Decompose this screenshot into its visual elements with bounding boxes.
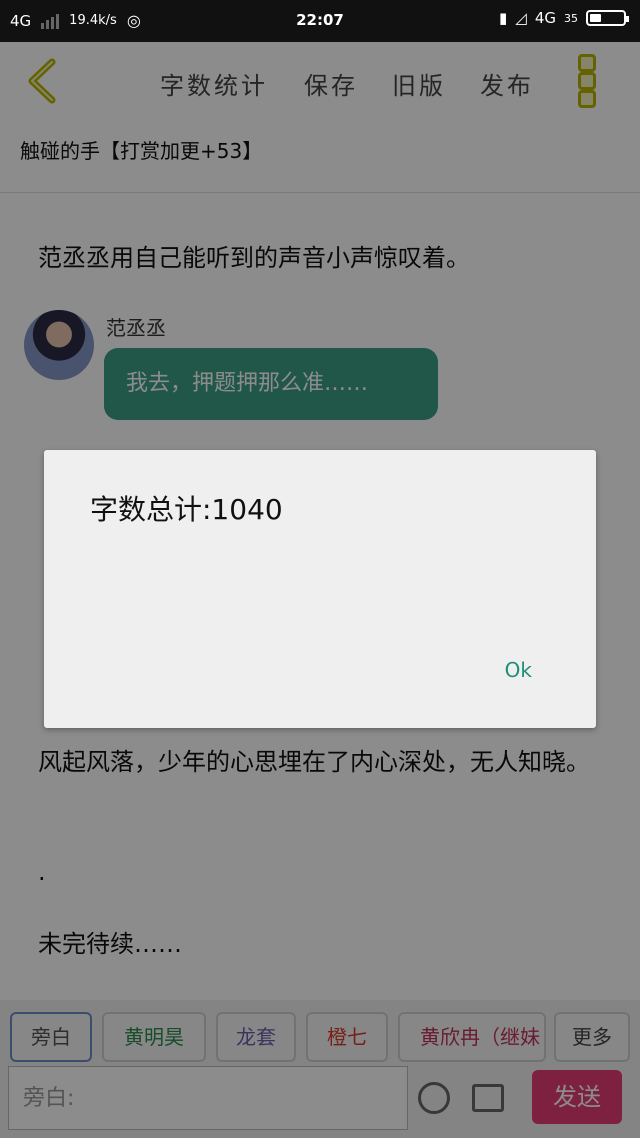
network-type-right: 4G [534,9,556,27]
status-bar: 4G 19.4k/s ◎ 22:07 ▮ ◿ 4G 35 [0,0,640,42]
ok-button[interactable]: Ok [505,658,532,682]
battery-level [590,14,602,22]
no-sim-icon: ◿ [515,9,527,27]
battery-icon [586,10,629,26]
battery-percent: 35 [564,11,578,25]
word-count-dialog: 字数总计:1040 Ok [44,450,596,728]
word-count-total: 字数总计:1040 [90,493,283,526]
data-saver-icon: ▮ [499,9,508,27]
